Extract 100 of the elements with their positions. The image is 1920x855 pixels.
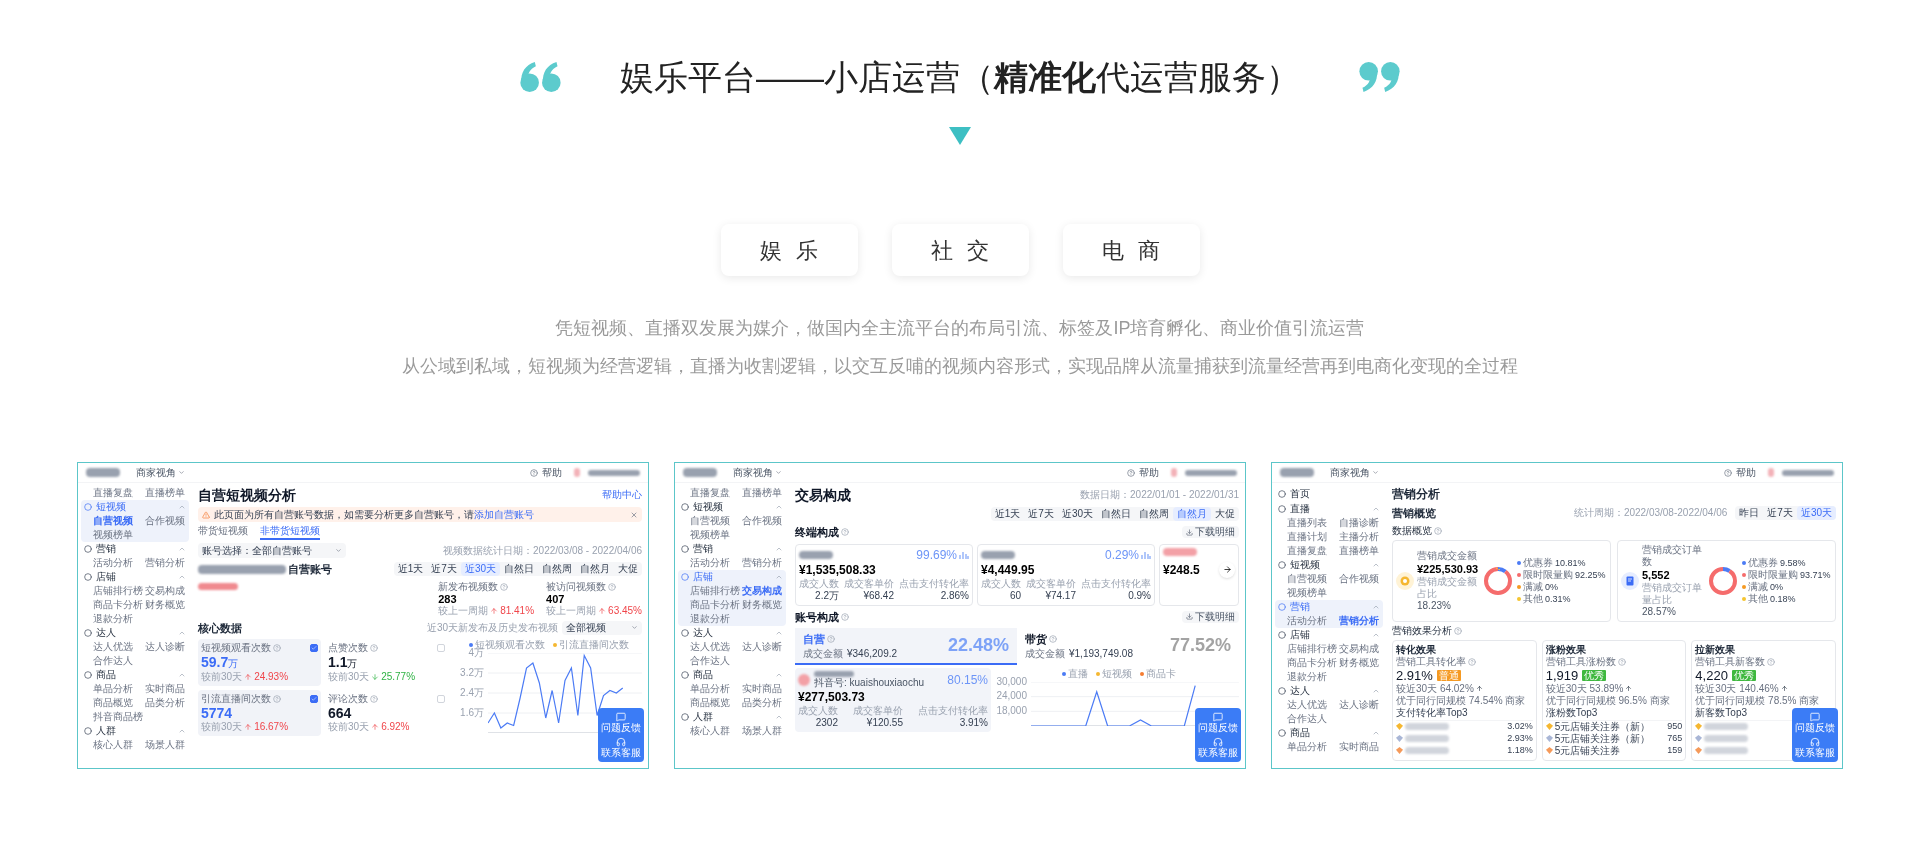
- sidebar-group[interactable]: 店铺: [1290, 629, 1310, 641]
- chevron-up-icon[interactable]: [1372, 631, 1380, 639]
- date-range-tab[interactable]: 近7天: [427, 562, 461, 577]
- chevron-up-icon[interactable]: [178, 503, 186, 511]
- chevron-up-icon[interactable]: [178, 545, 186, 553]
- sidebar-item[interactable]: 自营视频: [1287, 572, 1339, 586]
- sidebar-item[interactable]: 商品概览: [93, 696, 145, 710]
- sidebar-item[interactable]: 交易构成: [742, 584, 786, 598]
- sidebar-item[interactable]: 达人优选: [93, 640, 145, 654]
- sidebar-item[interactable]: 自播诊断: [1339, 516, 1383, 530]
- sidebar-group[interactable]: 商品: [693, 669, 713, 681]
- sidebar-item[interactable]: 达人诊断: [145, 640, 189, 654]
- sidebar-item[interactable]: 达人优选: [1287, 698, 1339, 712]
- sidebar-item[interactable]: 品类分析: [742, 696, 786, 710]
- sidebar-item[interactable]: 达人诊断: [1339, 698, 1383, 712]
- tab[interactable]: 带货短视频: [198, 525, 248, 540]
- sidebar-item[interactable]: 退款分析: [690, 612, 742, 626]
- sidebar-item[interactable]: 退款分析: [93, 612, 145, 626]
- checkbox[interactable]: [310, 644, 318, 652]
- sidebar-group[interactable]: 人群: [693, 711, 713, 723]
- sidebar-item[interactable]: 单品分析: [93, 682, 145, 696]
- floating-help-button[interactable]: 联系客服: [1198, 737, 1238, 758]
- sidebar-item[interactable]: 核心人群: [93, 738, 145, 752]
- sidebar-group[interactable]: 营销: [693, 543, 713, 555]
- sidebar-item[interactable]: 品类分析: [145, 696, 189, 710]
- date-range-tab[interactable]: 近30天: [1796, 506, 1836, 521]
- sidebar-item[interactable]: 退款分析: [1287, 670, 1339, 684]
- download-button[interactable]: 下载明细: [1182, 610, 1239, 623]
- metric-card[interactable]: 短视频观看次数 59.7万 较前30天 24.93%: [198, 639, 321, 686]
- date-range-tab[interactable]: 近1天: [393, 562, 428, 577]
- sidebar-item[interactable]: 财务概览: [145, 598, 189, 612]
- download-button[interactable]: 下载明细: [1182, 526, 1239, 539]
- floating-help-button[interactable]: 联系客服: [601, 737, 641, 758]
- sidebar-group[interactable]: 营销: [96, 543, 116, 555]
- sidebar-item[interactable]: 首页: [1290, 488, 1310, 500]
- sidebar-item[interactable]: 直播榜单: [145, 487, 189, 499]
- sidebar-item[interactable]: 活动分析: [1287, 614, 1339, 628]
- chevron-up-icon[interactable]: [1372, 505, 1380, 513]
- sidebar-group[interactable]: 达人: [1290, 685, 1310, 697]
- sidebar-item[interactable]: 交易构成: [1339, 642, 1383, 656]
- sidebar-group[interactable]: 店铺: [96, 571, 116, 583]
- next-button[interactable]: [1219, 561, 1235, 578]
- sidebar-group[interactable]: 达人: [96, 627, 116, 639]
- close-icon[interactable]: [630, 510, 638, 519]
- sidebar-item[interactable]: 核心人群: [690, 724, 742, 738]
- sidebar-group[interactable]: 短视频: [96, 501, 126, 513]
- sidebar-item[interactable]: 直播复盘: [1287, 544, 1339, 558]
- sidebar-item[interactable]: 直播复盘: [690, 487, 742, 499]
- help-link[interactable]: 帮助: [542, 466, 562, 479]
- account-select[interactable]: 账号选择：全部自营账号: [198, 543, 346, 558]
- sidebar-item[interactable]: 交易构成: [145, 584, 189, 598]
- sidebar-item[interactable]: 达人诊断: [742, 640, 786, 654]
- sidebar-item[interactable]: 店铺排行榜: [1287, 642, 1339, 656]
- chevron-up-icon[interactable]: [775, 629, 783, 637]
- perspective-menu[interactable]: 商家视角: [1330, 466, 1370, 479]
- perspective-menu[interactable]: 商家视角: [733, 466, 773, 479]
- date-range-tab[interactable]: 自然月: [576, 562, 614, 577]
- sidebar-group[interactable]: 短视频: [693, 501, 723, 513]
- sidebar-item[interactable]: 视频榜单: [690, 528, 742, 542]
- sidebar-group[interactable]: 商品: [96, 669, 116, 681]
- sidebar-item[interactable]: 合作视频: [1339, 572, 1383, 586]
- sidebar-item[interactable]: 营销分析: [742, 556, 786, 570]
- chevron-up-icon[interactable]: [775, 573, 783, 581]
- sidebar-item[interactable]: 商品卡分析: [1287, 656, 1339, 670]
- sidebar-item[interactable]: 自营视频: [93, 514, 145, 528]
- chevron-up-icon[interactable]: [178, 727, 186, 735]
- perspective-menu[interactable]: 商家视角: [136, 466, 176, 479]
- sidebar-item[interactable]: 实时商品: [742, 682, 786, 696]
- floating-help-button[interactable]: 问题反馈: [1198, 712, 1238, 733]
- chevron-up-icon[interactable]: [1372, 561, 1380, 569]
- help-link[interactable]: 帮助: [1139, 466, 1159, 479]
- sidebar-item[interactable]: 场景人群: [742, 724, 786, 738]
- sidebar-group[interactable]: 短视频: [1290, 559, 1320, 571]
- sidebar-item[interactable]: 直播榜单: [1339, 544, 1383, 558]
- sidebar-item[interactable]: 单品分析: [1287, 740, 1339, 754]
- sidebar-item[interactable]: 直播复盘: [93, 487, 145, 499]
- account-type-tab[interactable]: 带货 成交金额 ¥1,193,749.08 77.52%: [1017, 628, 1239, 665]
- date-range-tab[interactable]: 近1天: [990, 507, 1025, 521]
- notice-link[interactable]: 添加自营账号: [474, 508, 534, 520]
- sidebar-item[interactable]: 抖音商品榜: [93, 710, 145, 724]
- chevron-up-icon[interactable]: [1372, 603, 1380, 611]
- sidebar-item[interactable]: 活动分析: [690, 556, 742, 570]
- sidebar-group[interactable]: 达人: [693, 627, 713, 639]
- checkbox[interactable]: [310, 695, 318, 703]
- date-range-tab[interactable]: 近7天: [1763, 506, 1797, 521]
- sidebar-item[interactable]: 自营视频: [690, 514, 742, 528]
- sidebar-group[interactable]: 直播: [1290, 503, 1310, 515]
- date-range-tab[interactable]: 大促: [1211, 507, 1239, 521]
- chevron-up-icon[interactable]: [775, 503, 783, 511]
- sidebar-item[interactable]: 合作达人: [1287, 712, 1339, 726]
- help-link[interactable]: 帮助: [1736, 466, 1756, 479]
- date-range-tab[interactable]: 自然日: [500, 562, 538, 577]
- chevron-up-icon[interactable]: [1372, 729, 1380, 737]
- date-range-tab[interactable]: 自然周: [1135, 507, 1173, 521]
- account-type-tab[interactable]: 自营 成交金额 ¥346,209.2 22.48%: [795, 628, 1017, 665]
- date-range-tab[interactable]: 自然月: [1173, 507, 1211, 521]
- sidebar-item[interactable]: 商品卡分析: [93, 598, 145, 612]
- floating-help-button[interactable]: 问题反馈: [601, 712, 641, 733]
- chevron-up-icon[interactable]: [178, 629, 186, 637]
- sidebar-item[interactable]: 合作达人: [93, 654, 145, 668]
